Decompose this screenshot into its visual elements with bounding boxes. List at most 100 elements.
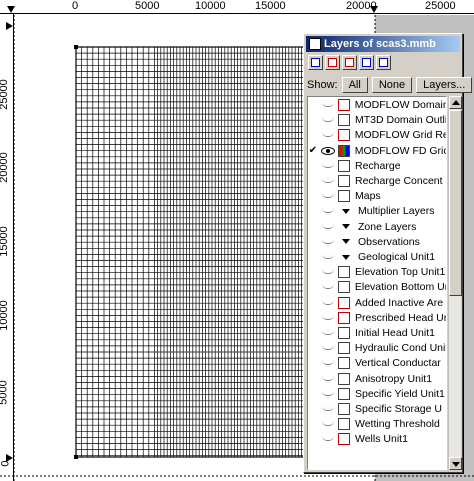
elev-bottom-icon: [337, 281, 350, 294]
prescribed-head-icon: [338, 311, 350, 324]
expand-arrow-icon[interactable]: [342, 254, 350, 260]
show-row: Show: All None Layers...: [307, 76, 473, 94]
eye-closed-icon[interactable]: [318, 250, 338, 264]
layer-label: Wells Unit1: [355, 433, 408, 446]
layer-tool-icon-2[interactable]: [325, 55, 340, 70]
layer-row[interactable]: Recharge: [308, 159, 446, 173]
layer-tool-icon-3[interactable]: [342, 55, 357, 70]
specific-yield-icon: [338, 387, 350, 400]
eye-closed-icon[interactable]: [318, 220, 338, 234]
layer-row[interactable]: Wells Unit1: [308, 432, 446, 446]
layer-label: Initial Head Unit1: [355, 327, 435, 339]
layer-row[interactable]: ✔ MODFLOW FD Gric: [308, 144, 447, 158]
layer-label: Observations: [358, 235, 420, 248]
layer-row[interactable]: Prescribed Head Ur: [308, 311, 447, 325]
scroll-up-button[interactable]: [449, 96, 462, 109]
layer-list: MODFLOW Domain MT3D Domain Outli MODFLOW G…: [307, 96, 447, 470]
eye-closed-icon[interactable]: [318, 235, 338, 249]
eye-closed-icon[interactable]: [318, 326, 338, 340]
layer-label: Added Inactive Are: [355, 296, 444, 309]
eye-closed-icon[interactable]: [318, 402, 338, 416]
eye-closed-icon[interactable]: [318, 417, 338, 431]
eye-closed-icon[interactable]: [318, 98, 338, 112]
eye-closed-icon[interactable]: [318, 311, 338, 325]
layer-row[interactable]: Anisotropy Unit1: [308, 372, 446, 386]
layer-list-scrollbar[interactable]: [448, 96, 462, 470]
window-icon: [309, 38, 321, 50]
layer-row[interactable]: Vertical Conductar: [308, 356, 446, 370]
layer-row[interactable]: Maps: [308, 189, 446, 203]
eye-closed-icon[interactable]: [318, 356, 338, 370]
show-none-button[interactable]: None: [371, 77, 413, 93]
layers-window: Layers of scas3.mmb Show: All None Layer…: [303, 33, 473, 473]
grid-selection-handle[interactable]: [74, 45, 78, 49]
eye-closed-icon[interactable]: [318, 296, 338, 310]
layer-label: Zone Layers: [358, 220, 417, 233]
layer-label: Prescribed Head Ur: [355, 311, 447, 324]
layers-window-title: Layers of scas3.mmb: [324, 38, 436, 50]
layer-label: Multiplier Layers: [358, 205, 435, 218]
expand-arrow-icon[interactable]: [342, 208, 350, 214]
layer-row[interactable]: Hydraulic Cond Unit: [308, 341, 447, 355]
eye-closed-icon[interactable]: [318, 174, 338, 188]
eye-closed-icon[interactable]: [318, 159, 338, 173]
expand-arrow-icon[interactable]: [342, 239, 350, 245]
eye-closed-icon[interactable]: [318, 204, 338, 218]
eye-closed-icon[interactable]: [318, 113, 338, 127]
elev-top-icon: [338, 266, 350, 279]
eye-open-icon[interactable]: [318, 144, 338, 158]
layer-row[interactable]: MODFLOW Domain: [308, 98, 446, 112]
layer-row[interactable]: Elevation Bottom Ur: [308, 280, 447, 294]
eye-closed-icon[interactable]: [318, 265, 338, 279]
eye-closed-icon[interactable]: [318, 189, 338, 203]
layer-label: Vertical Conductar: [355, 357, 441, 370]
show-all-button[interactable]: All: [341, 77, 368, 93]
layer-label: Specific Storage U: [355, 403, 442, 415]
layers-title-bar[interactable]: Layers of scas3.mmb: [306, 36, 460, 52]
layer-tool-icon-5[interactable]: [376, 55, 391, 70]
layer-group-row[interactable]: Multiplier Layers: [308, 204, 446, 218]
mt3d-domain-icon: [338, 114, 350, 127]
layer-label: Maps: [355, 190, 381, 203]
layer-label: Recharge Concent: [355, 175, 443, 187]
modflow-main-view: 0 5000 10000 15000 20000 25000 25000 200…: [0, 0, 474, 481]
layer-row[interactable]: Elevation Top Unit1: [308, 265, 446, 279]
scroll-down-button[interactable]: [449, 457, 462, 470]
grid-refine-icon: [337, 129, 350, 142]
layer-row[interactable]: Recharge Concent: [308, 174, 446, 188]
eye-closed-icon[interactable]: [318, 280, 338, 294]
layer-label: MODFLOW FD Gric: [354, 144, 447, 157]
layers-dialog-button[interactable]: Layers...: [416, 77, 473, 93]
layer-row[interactable]: MODFLOW Grid Re: [308, 128, 446, 142]
expand-arrow-icon[interactable]: [342, 224, 350, 230]
grid-selection-handle[interactable]: [74, 455, 78, 459]
eye-closed-icon[interactable]: [318, 372, 338, 386]
layer-group-row[interactable]: Zone Layers: [308, 220, 446, 234]
layer-tool-icon-1[interactable]: [308, 55, 323, 70]
layer-tool-icon-4[interactable]: [359, 55, 374, 70]
vertical-cond-icon: [338, 357, 350, 370]
layer-label: Hydraulic Cond Unit: [354, 342, 447, 355]
layer-group-row[interactable]: Observations: [308, 235, 446, 249]
eye-closed-icon[interactable]: [318, 128, 338, 142]
eye-closed-icon[interactable]: [318, 341, 338, 355]
eye-closed-icon[interactable]: [318, 432, 338, 446]
specific-storage-icon: [338, 403, 350, 415]
fd-grid-icon: [337, 144, 350, 157]
layer-row[interactable]: Added Inactive Are: [308, 296, 446, 310]
layer-label: Elevation Bottom Ur: [354, 281, 447, 294]
layer-row[interactable]: Specific Storage U: [308, 402, 446, 416]
recharge-icon: [338, 159, 350, 172]
hydraulic-cond-icon: [337, 342, 350, 355]
scroll-thumb[interactable]: [449, 110, 462, 296]
layer-label: Geological Unit1: [358, 251, 436, 263]
layer-row[interactable]: Initial Head Unit1: [308, 326, 446, 340]
maps-icon: [338, 190, 350, 203]
layer-row[interactable]: Wetting Threshold: [308, 417, 446, 431]
layer-group-row[interactable]: Geological Unit1: [308, 250, 446, 264]
layer-row[interactable]: Specific Yield Unit1: [308, 387, 446, 401]
anisotropy-icon: [338, 372, 350, 385]
wells-icon: [338, 433, 350, 446]
layer-row[interactable]: MT3D Domain Outli: [308, 113, 446, 127]
eye-closed-icon[interactable]: [318, 387, 338, 401]
